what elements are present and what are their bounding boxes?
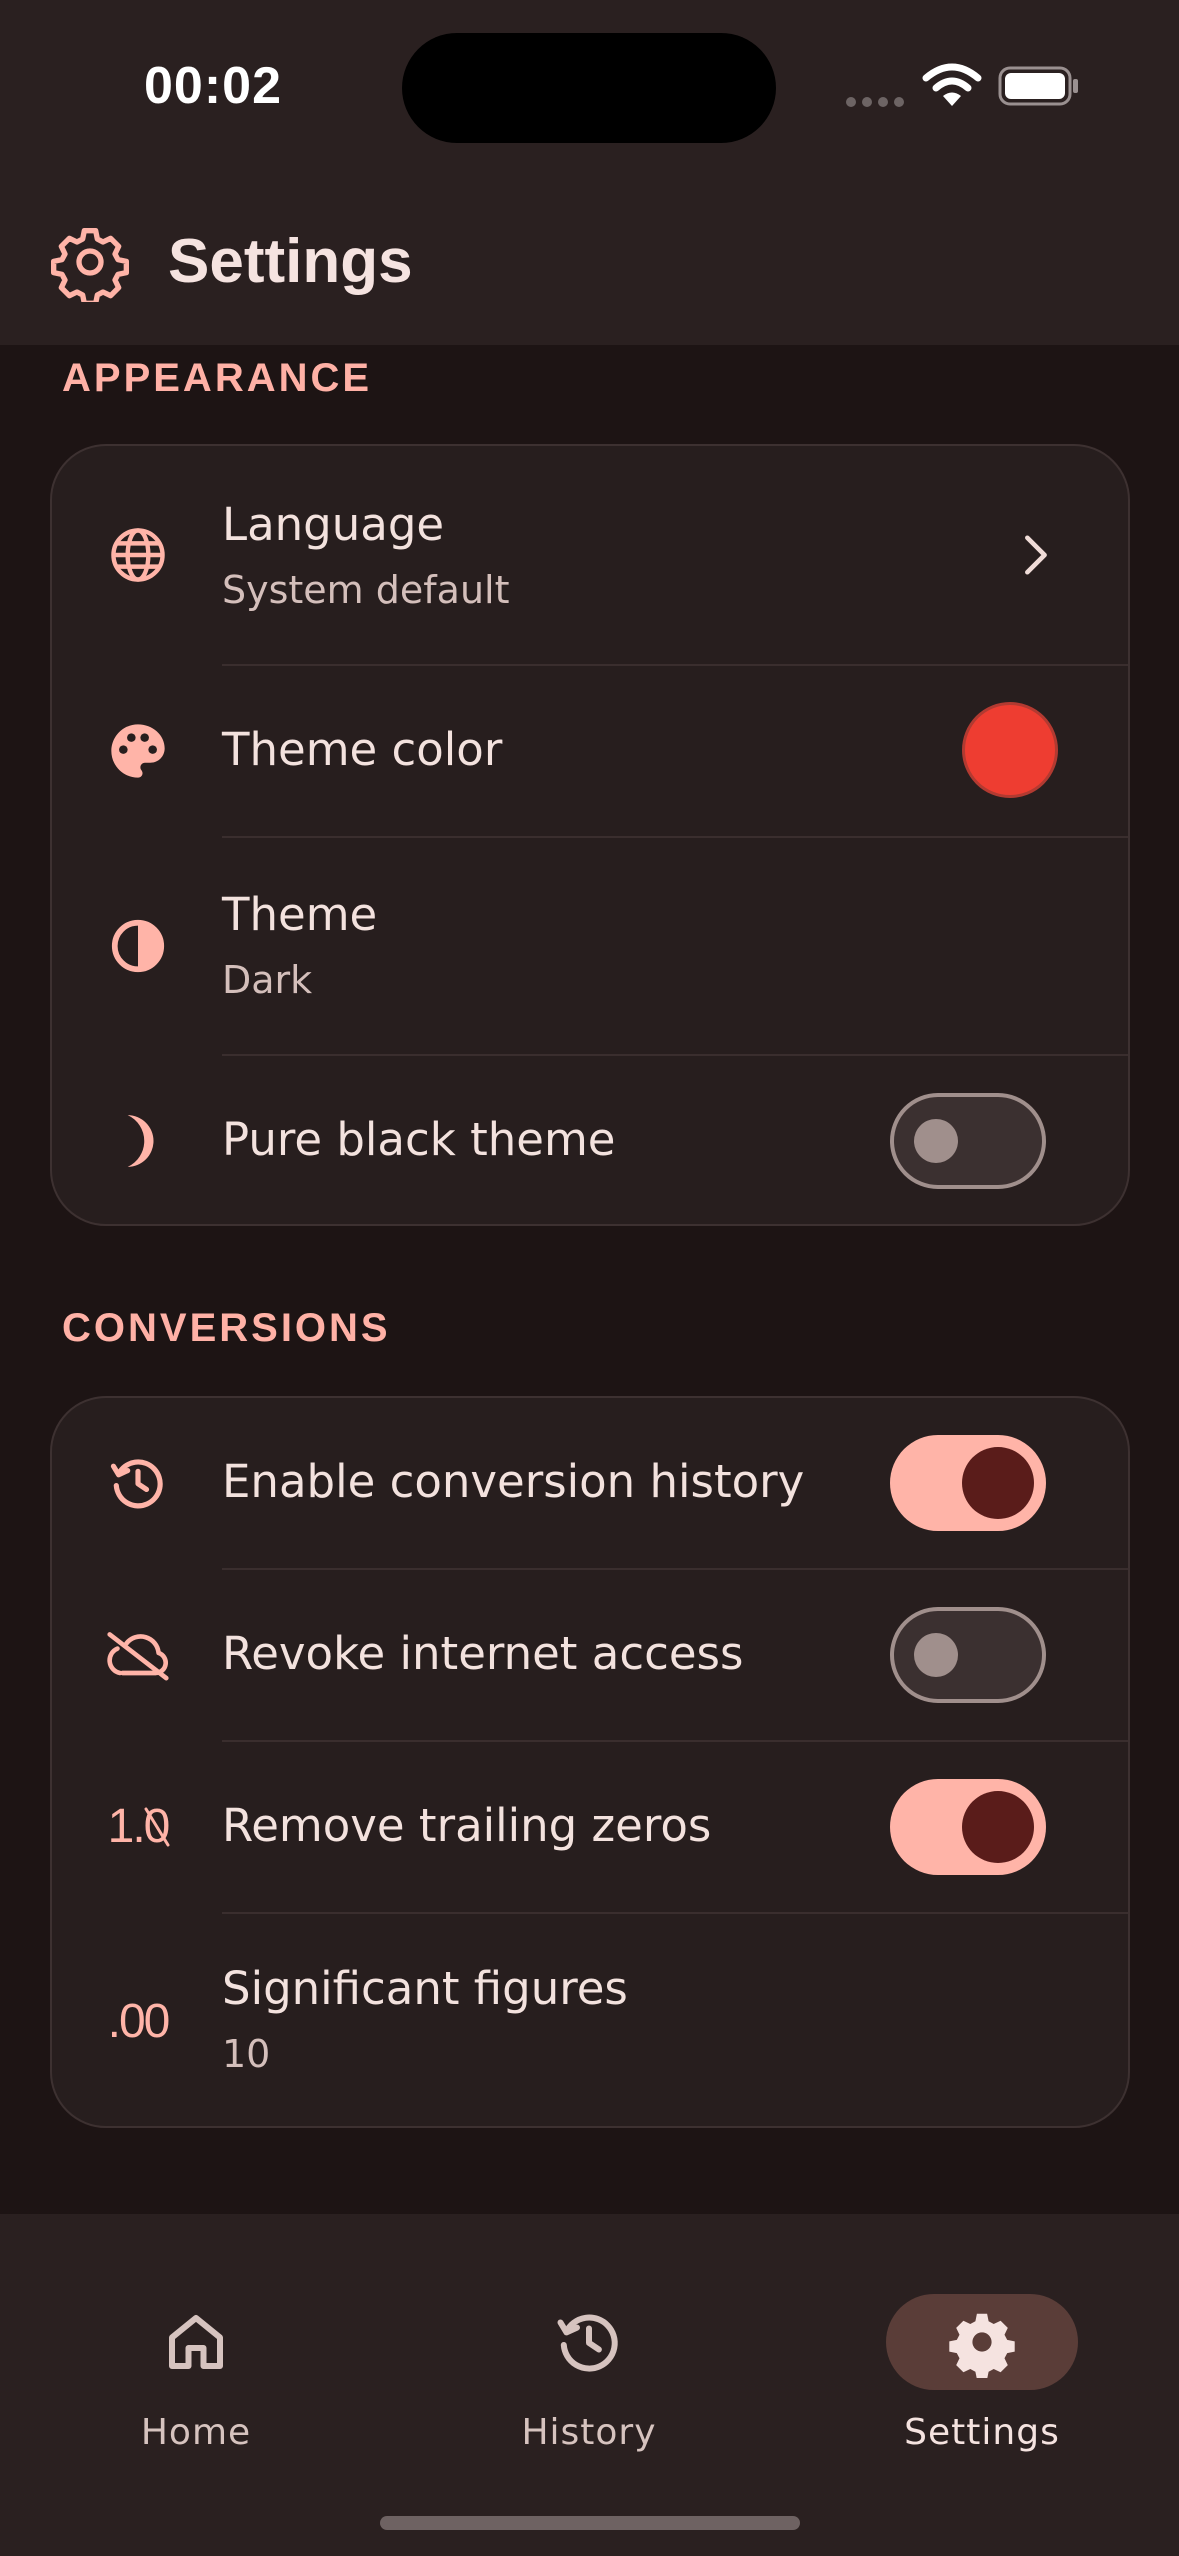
trailing-zeros-title: Remove trailing zeros	[222, 1799, 712, 1852]
history-title: Enable conversion history	[222, 1455, 805, 1508]
conversions-card: Enable conversion history Revoke interne…	[50, 1396, 1130, 2128]
internet-title: Revoke internet access	[222, 1627, 744, 1680]
gear-icon	[949, 2313, 1015, 2378]
bottom-navigation: Home History Settings	[0, 2214, 1179, 2556]
theme-row[interactable]: Theme Dark	[52, 838, 1132, 1054]
moon-icon	[102, 1105, 174, 1177]
nav-label: Settings	[904, 2412, 1060, 2453]
theme-color-row[interactable]: Theme color	[52, 666, 1132, 836]
toggle-knob	[914, 1633, 958, 1677]
history-toggle[interactable]	[890, 1435, 1046, 1531]
sig-figs-value: 10	[222, 2032, 271, 2076]
battery-icon	[998, 66, 1078, 106]
chevron-right-icon	[1025, 535, 1047, 575]
home-icon	[169, 2315, 223, 2369]
toggle-knob	[914, 1119, 958, 1163]
history-icon	[557, 2314, 618, 2372]
top-app-bar: 00:02 Settings	[0, 0, 1179, 345]
globe-icon	[102, 519, 174, 591]
trailing-zeros-icon: 1.0	[107, 1800, 171, 1853]
cloud-off-icon	[102, 1619, 174, 1691]
section-label-appearance: APPEARANCE	[62, 356, 373, 400]
home-indicator[interactable]	[380, 2516, 800, 2530]
trailing-zeros-row[interactable]: 1.0 Remove trailing zeros	[52, 1742, 1132, 1912]
toggle-knob	[962, 1791, 1034, 1863]
sig-figs-row[interactable]: .00 Significant figures 10	[52, 1914, 1132, 2128]
theme-title: Theme	[222, 888, 378, 941]
contrast-icon	[102, 910, 174, 982]
internet-row[interactable]: Revoke internet access	[52, 1570, 1132, 1740]
toggle-knob	[962, 1447, 1034, 1519]
language-value: System default	[222, 568, 510, 612]
history-icon	[102, 1447, 174, 1519]
trailing-zeros-toggle[interactable]	[890, 1779, 1046, 1875]
theme-color-swatch[interactable]	[962, 702, 1058, 798]
pure-black-row[interactable]: Pure black theme	[52, 1056, 1132, 1226]
pure-black-title: Pure black theme	[222, 1113, 616, 1166]
palette-icon	[102, 715, 174, 787]
language-row[interactable]: Language System default	[52, 446, 1132, 664]
sig-figs-title: Significant figures	[222, 1962, 628, 2015]
pure-black-toggle[interactable]	[890, 1093, 1046, 1189]
settings-screen: 00:02 Settings APPEARANCE Language Syste…	[0, 0, 1179, 2556]
history-row[interactable]: Enable conversion history	[52, 1398, 1132, 1568]
theme-value: Dark	[222, 958, 313, 1002]
internet-toggle[interactable]	[890, 1607, 1046, 1703]
nav-history[interactable]: History	[469, 2254, 709, 2453]
theme-color-title: Theme color	[222, 723, 503, 776]
appearance-card: Language System default Theme color Them…	[50, 444, 1130, 1226]
nav-label: Home	[140, 2412, 252, 2453]
status-time: 00:02	[144, 57, 282, 115]
signal-icon	[846, 97, 904, 107]
gear-icon	[51, 228, 129, 302]
dynamic-island	[402, 33, 776, 143]
section-label-conversions: CONVERSIONS	[62, 1306, 391, 1350]
wifi-icon	[922, 63, 982, 106]
nav-home[interactable]: Home	[76, 2254, 316, 2453]
precision-icon: .00	[107, 1995, 171, 2048]
page-title: Settings	[168, 227, 413, 296]
language-title: Language	[222, 498, 445, 551]
nav-settings[interactable]: Settings	[862, 2254, 1102, 2453]
nav-label: History	[521, 2412, 657, 2453]
